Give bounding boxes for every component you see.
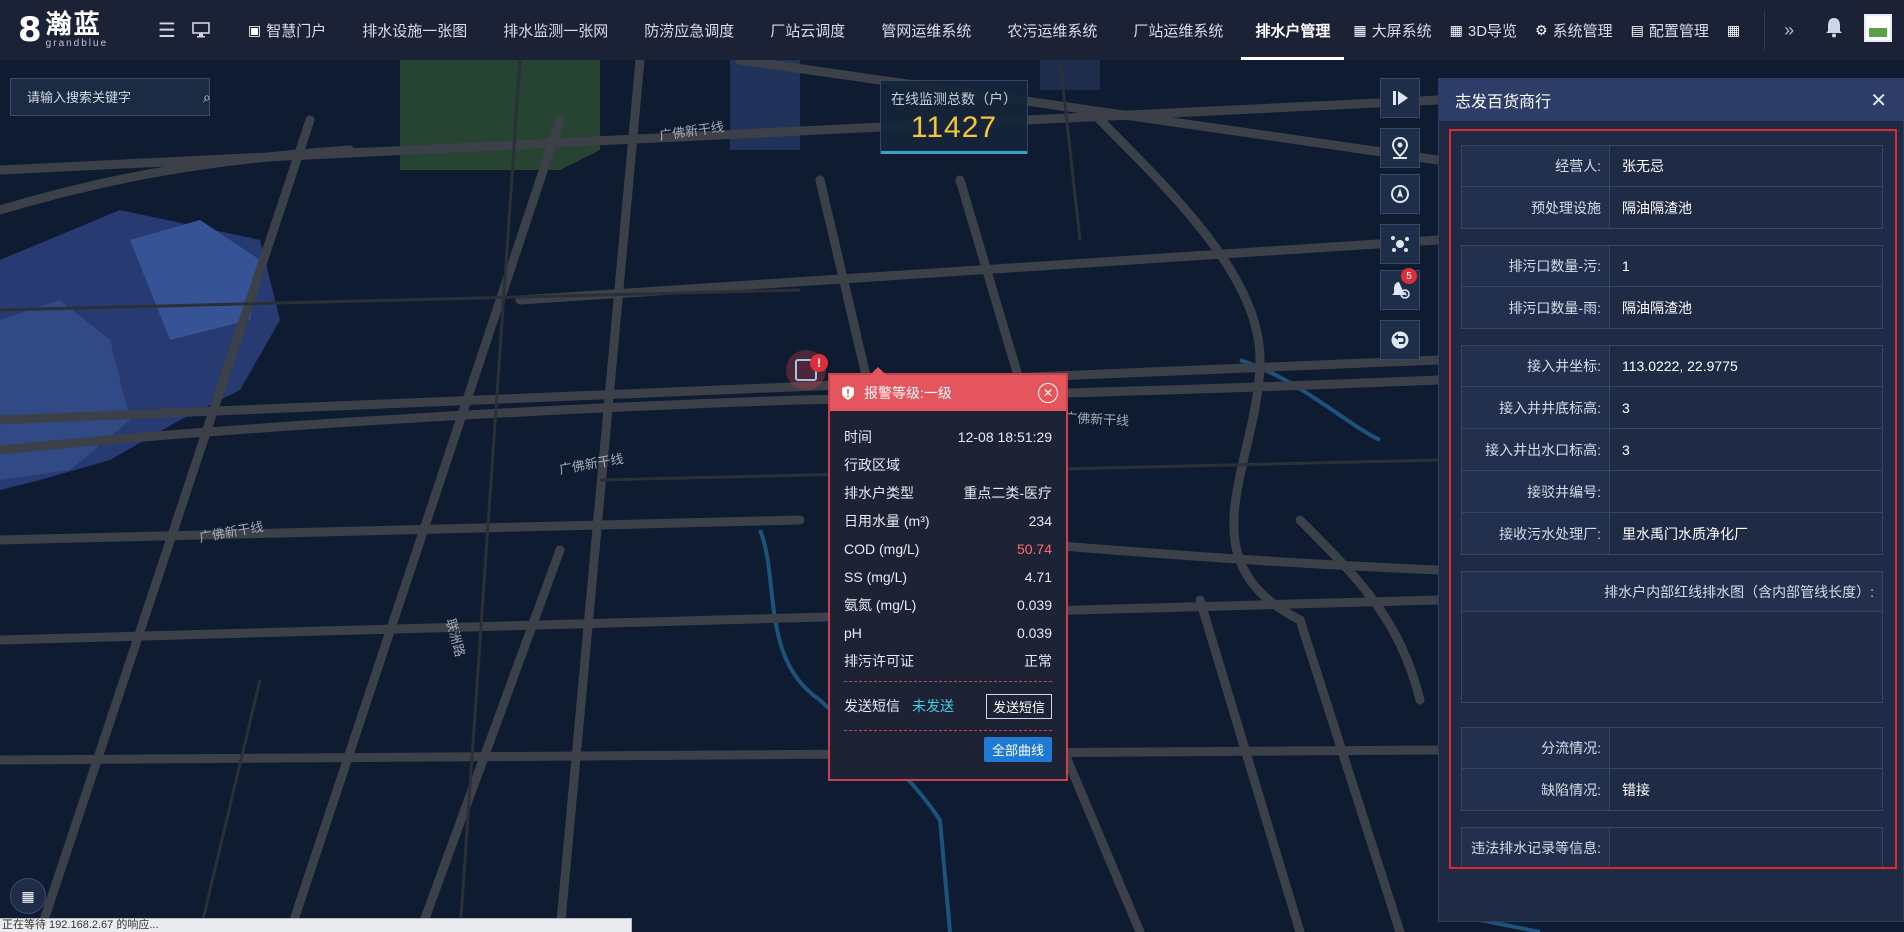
nav-item-flood-dispatch[interactable]: 防涝应急调度 (626, 0, 752, 60)
alarm-popup-header: 报警等级:一级 ✕ (830, 367, 1066, 411)
close-icon[interactable]: ✕ (1870, 88, 1887, 113)
browser-status-bar: 正在等待 192.168.2.67 的响应... (0, 918, 632, 932)
detail-row: 分流情况: (1461, 727, 1883, 769)
all-curves-button[interactable]: 全部曲线 (983, 737, 1052, 762)
alarm-row-ss: SS (mg/L) 4.71 (844, 569, 1052, 585)
gear-icon: ⚙ (1535, 21, 1548, 38)
detail-row: 排污口数量-污: 1 (1461, 245, 1883, 287)
nav-item-config-mgmt[interactable]: ▤ 配置管理 (1622, 0, 1718, 60)
sms-label: 发送短信 (844, 698, 900, 714)
top-navigation-bar: 8 瀚蓝 grandblue ☰ ▣ 智慧门户 排水设施一张图 排水监测一张网 防… (0, 0, 1904, 60)
nav-item-3d-tour[interactable]: ▦ 3D导览 (1441, 0, 1526, 60)
nav-item-plant-cloud[interactable]: 厂站云调度 (752, 0, 863, 60)
online-monitor-total-card: 在线监测总数（户） 11427 (880, 80, 1028, 154)
sms-row: 发送短信 未发送 发送短信 (844, 688, 1052, 724)
detail-row: 经营人: 张无忌 (1461, 145, 1883, 187)
monitor-value: 11427 (910, 111, 998, 144)
road-label: 广佛新干线 (558, 451, 625, 478)
alarm-count-badge: 5 (1401, 268, 1417, 284)
road-label: 广佛新干线 (1064, 410, 1130, 429)
logo-name-cn: 瀚蓝 (45, 9, 102, 39)
back-icon[interactable] (1380, 320, 1420, 360)
nav-item-rural-ops[interactable]: 农污运维系统 (989, 0, 1115, 60)
desktop-icon[interactable] (184, 0, 218, 60)
sms-status: 未发送 (912, 698, 954, 714)
cluster-icon[interactable] (1380, 224, 1420, 264)
road-label: 广佛新干线 (198, 519, 265, 546)
nav-item-pipe-ops[interactable]: 管网运维系统 (863, 0, 989, 60)
logo-name-en: grandblue (45, 38, 109, 49)
detail-row: 接收污水处理厂: 里水禹门水质净化厂 (1461, 513, 1883, 555)
detail-panel-body: 经营人: 张无忌 预处理设施 隔油隔渣池 排污口数量-污: 1 排污口数量-雨: 隔油隔… (1449, 129, 1897, 869)
nav-item-facilities-map[interactable]: 排水设施一张图 (344, 0, 485, 60)
bell-icon[interactable] (1824, 16, 1844, 44)
panel-toggle-icon[interactable] (1380, 78, 1420, 118)
nav-item-portal[interactable]: ▣ 智慧门户 (230, 0, 344, 60)
main-nav: ▣ 智慧门户 排水设施一张图 排水监测一张网 防涝应急调度 厂站云调度 管网运维系… (230, 0, 1803, 60)
detail-row: 违法排水记录等信息: (1461, 827, 1883, 867)
detail-row: 排污口数量-雨: 隔油隔渣池 (1461, 287, 1883, 329)
nav-item-system-mgmt[interactable]: ⚙ 系统管理 (1526, 0, 1622, 60)
search-input[interactable] (27, 89, 203, 105)
alarm-bell-icon[interactable]: 5 (1380, 268, 1420, 310)
avatar[interactable] (1864, 14, 1892, 42)
alarm-row-water-usage: 日用水量 (m³) 234 (844, 513, 1052, 529)
layer-switch-icon[interactable]: ▦ (10, 878, 46, 914)
detail-group-violations: 违法排水记录等信息: (1461, 827, 1883, 867)
grid-icon: ▦ (1449, 21, 1463, 38)
alarm-row-cod: COD (mg/L) 50.74 (844, 541, 1052, 557)
double-chevron-right-icon[interactable]: » (1775, 0, 1803, 60)
close-icon[interactable]: ✕ (1038, 383, 1058, 403)
search-icon[interactable]: ⌕ (203, 89, 211, 106)
detail-group-defects: 分流情况: 缺陷情况: 错接 (1461, 727, 1883, 811)
logo-mark: 8 (18, 10, 42, 50)
alarm-level-title: 报警等级:一级 (864, 385, 952, 401)
alarm-row-type: 排水户类型 重点二类-医疗 (844, 485, 1052, 501)
search-box: ⌕ (10, 78, 211, 116)
alarm-row-ammonia: 氨氮 (mg/L) 0.039 (844, 597, 1052, 613)
monitor-label: 在线监测总数（户） (891, 91, 1017, 107)
detail-row: 缺陷情况: 错接 (1461, 769, 1883, 811)
detail-row: 接入井坐标: 113.0222, 22.9775 (1461, 345, 1883, 387)
detail-row: 接入井出水口标高: 3 (1461, 429, 1883, 471)
compass-icon[interactable] (1380, 174, 1420, 214)
grid-icon: ▦ (1353, 21, 1367, 38)
nav-item-discharger-mgmt[interactable]: 排水户管理 (1241, 0, 1345, 60)
nav-item-monitoring-network[interactable]: 排水监测一张网 (485, 0, 626, 60)
location-pin-icon[interactable] (1380, 128, 1420, 168)
detail-group-outlets: 排污口数量-污: 1 排污口数量-雨: 隔油隔渣池 (1461, 245, 1883, 329)
alarm-marker[interactable]: ! (786, 350, 828, 390)
alarm-row-permit: 排污许可证 正常 (844, 653, 1052, 669)
detail-panel-header: 志发百货商行 ✕ (1439, 79, 1903, 121)
alert-icon: ! (810, 354, 828, 372)
map-toolbar: 5 (1380, 78, 1420, 366)
brand-logo[interactable]: 8 瀚蓝 grandblue (0, 0, 150, 60)
nav-item-big-screen[interactable]: ▦ 大屏系统 (1344, 0, 1440, 60)
send-sms-button[interactable]: 发送短信 (985, 693, 1052, 719)
detail-group-well: 接入井坐标: 113.0222, 22.9775 接入井井底标高: 3 接入井出水口… (1461, 345, 1883, 555)
shield-alert-icon (842, 386, 854, 400)
alarm-row-district: 行政区域 (844, 457, 900, 473)
detail-row: 预处理设施 隔油隔渣池 (1461, 187, 1883, 229)
portal-icon: ▣ (248, 21, 262, 38)
detail-row: 接入井井底标高: 3 (1461, 387, 1883, 429)
detail-panel: 志发百货商行 ✕ 经营人: 张无忌 预处理设施 隔油隔渣池 排污口数量-污: 1 排污… (1438, 78, 1904, 922)
menu-icon[interactable]: ☰ (150, 0, 184, 60)
doc-icon: ▤ (1630, 21, 1644, 38)
nav-item-apps[interactable]: ▦ (1718, 0, 1754, 60)
grid-icon: ▦ (1726, 21, 1741, 38)
panel-title: 志发百货商行 (1455, 94, 1552, 111)
detail-group-owner: 经营人: 张无忌 预处理设施 隔油隔渣池 (1461, 145, 1883, 229)
detail-row: 接驳井编号: (1461, 471, 1883, 513)
alarm-row-ph: pH 0.039 (844, 625, 1052, 641)
alarm-popup: 报警等级:一级 ✕ 时间 12-08 18:51:29 行政区域 排水户类型 重点二… (828, 367, 1068, 781)
drainage-drawing-block: 排水户内部红线排水图（含内部管线长度）: (1461, 571, 1883, 703)
nav-item-plant-ops[interactable]: 厂站运维系统 (1115, 0, 1241, 60)
alarm-row-time: 时间 12-08 18:51:29 (844, 429, 1052, 445)
drainage-drawing-label: 排水户内部红线排水图（含内部管线长度）: (1462, 572, 1882, 612)
